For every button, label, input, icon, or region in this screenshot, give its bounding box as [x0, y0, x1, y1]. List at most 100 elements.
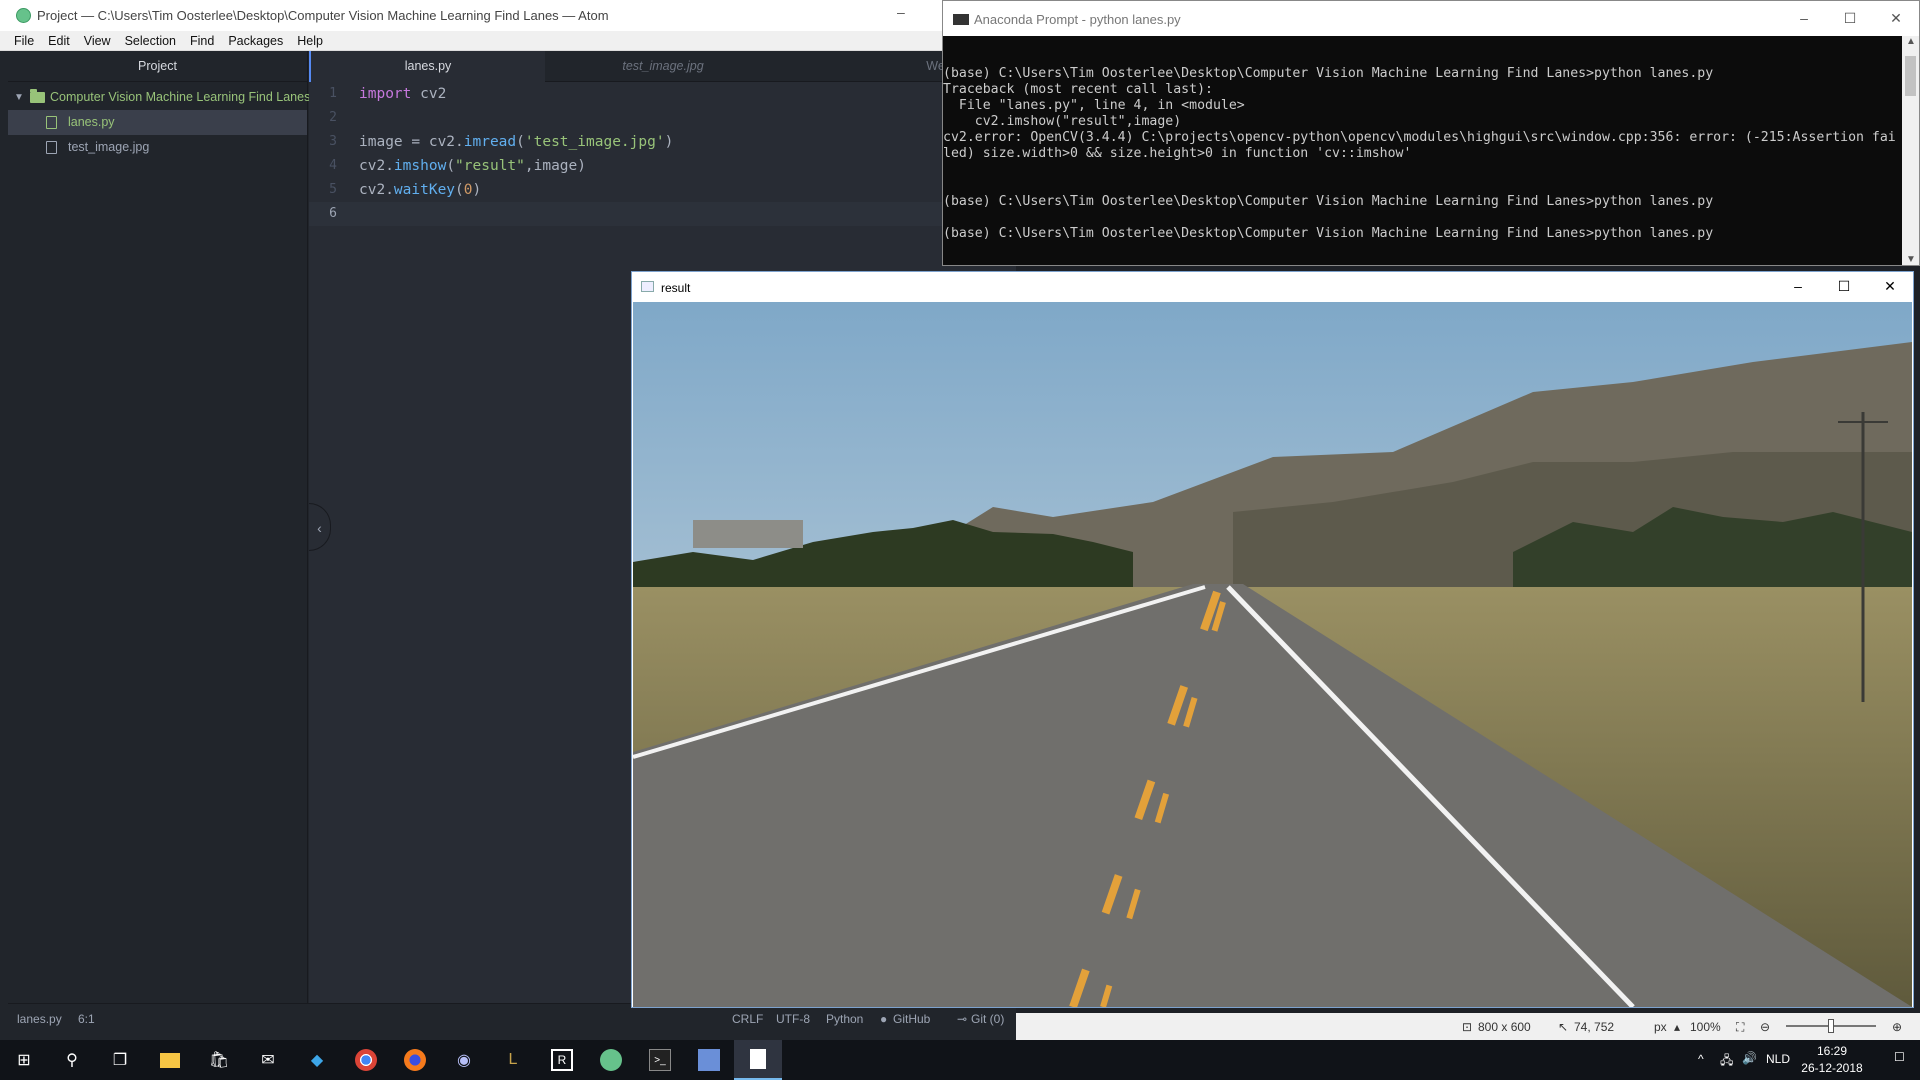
atom-menubar: File Edit View Selection Find Packages Help	[0, 31, 1016, 51]
status-encoding[interactable]: UTF-8	[776, 1012, 810, 1026]
result-titlebar: result – ☐ ✕	[632, 272, 1913, 302]
minimize-button[interactable]: –	[897, 4, 905, 20]
mail-icon[interactable]: ✉	[244, 1040, 292, 1080]
status-line-ending[interactable]: CRLF	[732, 1012, 763, 1026]
task-view-icon[interactable]: ❐	[96, 1040, 144, 1080]
menu-file[interactable]: File	[0, 31, 41, 51]
status-grammar[interactable]: Python	[826, 1012, 863, 1026]
menu-find[interactable]: Find	[183, 31, 221, 51]
console-line: led) size.width>0 && size.height>0 in fu…	[943, 146, 1412, 161]
visual-studio-icon[interactable]: ◆	[293, 1040, 341, 1080]
minimize-button[interactable]: –	[1775, 272, 1821, 302]
folder-icon	[30, 89, 45, 103]
clock-date[interactable]: 26-12-2018	[1800, 1061, 1864, 1075]
cursor-position: 74, 752	[1574, 1020, 1615, 1034]
windows-start-icon[interactable]: ⊞	[0, 1040, 48, 1080]
store-icon[interactable]: 🛍	[195, 1040, 243, 1080]
tree-root-folder[interactable]: ▼ Computer Vision Machine Learning Find …	[8, 85, 311, 110]
status-github[interactable]: GitHub	[893, 1012, 930, 1026]
image-viewer-status-bar: ⊡ 800 x 600 ↖ 74, 752 px ▴ 100% ⛶ ⊖ ⊕	[1016, 1013, 1920, 1040]
notification-icon[interactable]: ☐	[1894, 1050, 1905, 1064]
fit-to-window-icon[interactable]: ⛶	[1736, 1020, 1744, 1035]
code-text: (	[455, 182, 464, 198]
system-tray: ^ 🖧 🔊 NLD 16:29 26-12-2018 ☐	[1660, 1040, 1920, 1080]
discord-icon[interactable]: ◉	[440, 1040, 488, 1080]
paint-icon[interactable]	[685, 1040, 733, 1080]
atom-window-title: Project — C:\Users\Tim Oosterlee\Desktop…	[37, 8, 609, 23]
maximize-button[interactable]: ☐	[1827, 1, 1873, 36]
git-icon: ⊸	[957, 1012, 968, 1026]
chevron-up-icon[interactable]: ▴	[1674, 1020, 1680, 1034]
menu-selection[interactable]: Selection	[118, 31, 183, 51]
close-button[interactable]: ✕	[1873, 1, 1919, 36]
code-text: cv2	[411, 86, 447, 102]
clock-time[interactable]: 16:29	[1800, 1044, 1864, 1058]
status-file-name[interactable]: lanes.py	[17, 1012, 62, 1026]
zoom-in-icon[interactable]: ⊕	[1892, 1020, 1902, 1034]
zoom-out-icon[interactable]: ⊖	[1760, 1020, 1770, 1034]
chrome-icon[interactable]	[342, 1040, 390, 1080]
code-line-current: 6	[309, 202, 1016, 226]
close-button[interactable]: ✕	[1867, 272, 1913, 302]
file-explorer-icon[interactable]	[146, 1040, 194, 1080]
language-indicator[interactable]: NLD	[1766, 1052, 1790, 1066]
tree-item-test-image[interactable]: test_image.jpg	[8, 135, 307, 160]
code-text: cv2.	[359, 158, 394, 174]
menu-packages[interactable]: Packages	[221, 31, 290, 51]
keyword-token: import	[359, 86, 412, 102]
code-text: ,image)	[524, 158, 586, 174]
function-token: imshow	[393, 158, 447, 174]
result-window: result – ☐ ✕	[631, 271, 1914, 1008]
code-text: )	[472, 182, 482, 198]
line-number: 6	[329, 206, 337, 221]
code-area[interactable]: 1 import cv2 2 3 image = cv2.imread('tes…	[309, 82, 1016, 226]
string-token: "result"	[455, 158, 525, 174]
line-number: 4	[329, 158, 337, 173]
prompt-console-output[interactable]: (base) C:\Users\Tim Oosterlee\Desktop\Co…	[943, 36, 1903, 265]
line-number: 3	[329, 134, 337, 149]
chevron-down-icon: ▼	[14, 92, 24, 103]
tree-item-lanes-py[interactable]: lanes.py	[8, 110, 307, 135]
menu-edit[interactable]: Edit	[41, 31, 77, 51]
terminal-icon[interactable]: >_	[636, 1040, 684, 1080]
tab-lanes-py[interactable]: lanes.py	[309, 51, 545, 82]
search-icon[interactable]: ⚲	[48, 1040, 96, 1080]
league-icon[interactable]: L	[489, 1040, 537, 1080]
atom-icon[interactable]	[587, 1040, 635, 1080]
minimize-button[interactable]: –	[1781, 1, 1827, 36]
network-icon[interactable]: 🖧	[1720, 1051, 1733, 1072]
scroll-down-icon[interactable]: ▼	[1906, 254, 1916, 265]
r-icon[interactable]: R	[538, 1040, 586, 1080]
maximize-button[interactable]: ☐	[1821, 272, 1867, 302]
number-token: 0	[463, 182, 473, 198]
status-git[interactable]: Git (0)	[971, 1012, 1004, 1026]
scrollbar-thumb[interactable]	[1905, 56, 1916, 96]
console-line: (base) C:\Users\Tim Oosterlee\Desktop\Co…	[943, 226, 1714, 241]
zoom-level: 100%	[1690, 1020, 1721, 1034]
function-token: imread	[463, 134, 517, 150]
firefox-icon[interactable]	[391, 1040, 439, 1080]
function-token: waitKey	[393, 182, 456, 198]
prompt-scrollbar[interactable]: ▲ ▼	[1902, 36, 1919, 265]
menu-help[interactable]: Help	[290, 31, 330, 51]
status-cursor-position[interactable]: 6:1	[78, 1012, 95, 1026]
volume-icon[interactable]: 🔊	[1742, 1051, 1757, 1065]
console-line: cv2.imshow("result",image)	[943, 114, 1182, 129]
prompt-window-title: Anaconda Prompt - python lanes.py	[974, 12, 1181, 27]
scroll-up-icon[interactable]: ▲	[1906, 36, 1916, 47]
file-code-icon	[46, 116, 57, 129]
tab-test-image[interactable]: test_image.jpg	[545, 51, 781, 82]
dock-toggle-chevron-left-icon[interactable]: ‹	[309, 503, 331, 551]
zoom-slider-thumb[interactable]	[1828, 1019, 1834, 1033]
windows-taskbar: ⊞ ⚲ ❐ 🛍 ✉ ◆ ◉ L R >_ ^ 🖧 🔊 NLD 16:29 26-…	[0, 1040, 1920, 1080]
cursor-position-icon: ↖	[1558, 1020, 1569, 1034]
road-image	[633, 302, 1912, 1007]
chevron-up-icon[interactable]: ^	[1698, 1052, 1704, 1066]
menu-view[interactable]: View	[77, 31, 118, 51]
unit-select[interactable]: px	[1654, 1020, 1667, 1034]
notepad-icon[interactable]	[734, 1040, 782, 1080]
project-tree-header[interactable]: Project	[8, 51, 307, 82]
tree-root-label: Computer Vision Machine Learning Find La…	[50, 90, 311, 104]
road-photo	[633, 302, 1912, 1007]
